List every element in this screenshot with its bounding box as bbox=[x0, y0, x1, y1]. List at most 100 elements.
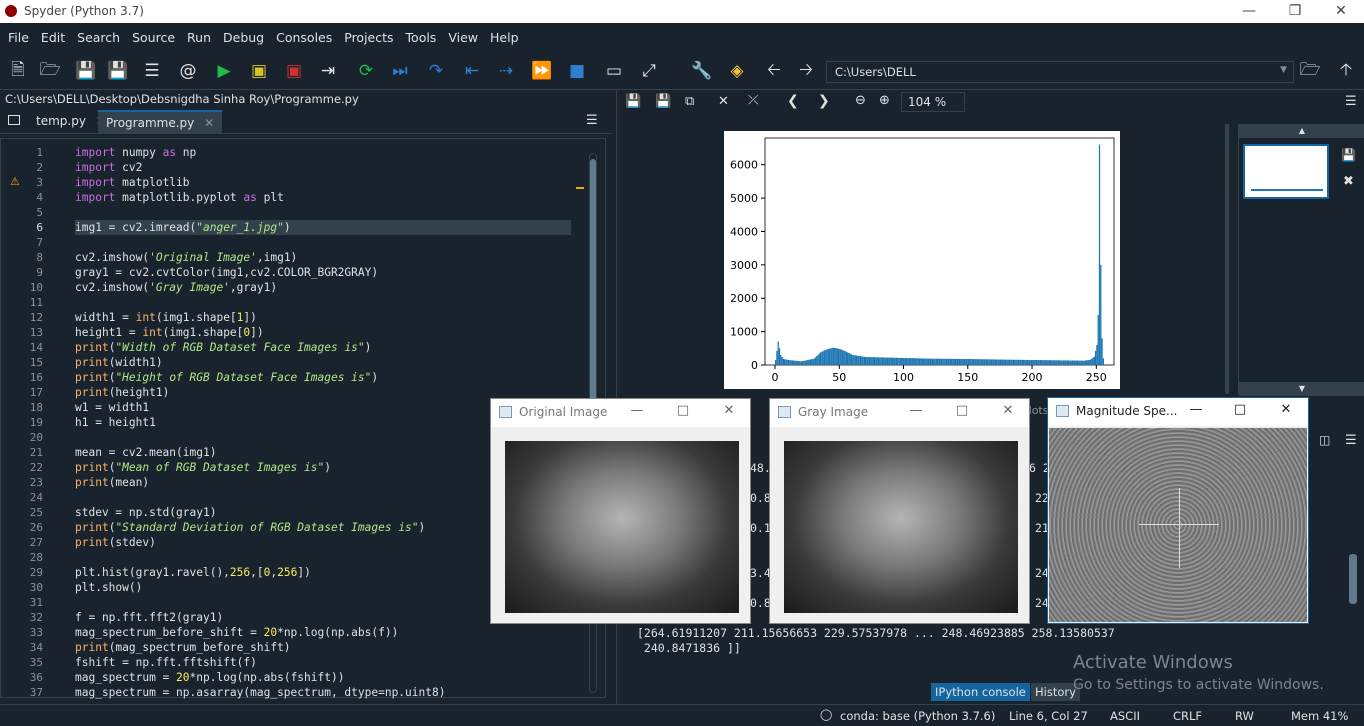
minimize-button[interactable]: — bbox=[1226, 0, 1272, 23]
histogram-bar bbox=[942, 358, 944, 365]
maximize-pane-icon[interactable]: ▭ bbox=[602, 60, 626, 82]
thumbs-scroll-up[interactable]: ▲ bbox=[1239, 124, 1364, 138]
menu-projects[interactable]: Projects bbox=[338, 30, 399, 45]
clear-console-icon[interactable]: ◫ bbox=[1319, 433, 1330, 447]
new-file-icon[interactable]: 🗎 bbox=[6, 60, 30, 82]
line-number: 6 bbox=[36, 221, 43, 234]
browse-folder-icon[interactable]: 🗁 bbox=[1298, 60, 1322, 82]
line-number: 26 bbox=[29, 521, 43, 534]
menu-debug[interactable]: Debug bbox=[217, 30, 270, 45]
rerun-icon[interactable]: ⟳ bbox=[354, 60, 378, 82]
back-arrow-icon[interactable]: 🡠 bbox=[762, 60, 786, 82]
menu-view[interactable]: View bbox=[442, 30, 484, 45]
copy-plot-icon[interactable]: ⧉ bbox=[685, 94, 694, 109]
console-options-icon[interactable]: ☰ bbox=[1345, 433, 1357, 448]
minimize-icon[interactable]: — bbox=[906, 403, 926, 418]
console-scrollbar-thumb[interactable] bbox=[1349, 554, 1357, 604]
histogram-bar bbox=[1060, 360, 1062, 365]
python-path-icon[interactable]: ◈ bbox=[725, 60, 749, 82]
run-cell-advance-icon[interactable]: ▣ bbox=[282, 60, 306, 82]
gray-image-window[interactable]: Gray Image — □ ✕ bbox=[769, 398, 1030, 624]
remove-plot-icon[interactable]: ✕ bbox=[718, 94, 729, 109]
browse-tabs-icon[interactable] bbox=[8, 115, 20, 125]
minimize-icon[interactable]: — bbox=[627, 403, 647, 418]
x-tick-label: 200 bbox=[1022, 371, 1043, 384]
save-plot-icon[interactable]: 💾 bbox=[625, 94, 641, 109]
plots-options-icon[interactable]: ☰ bbox=[1345, 94, 1357, 109]
save-all-plots-icon[interactable]: 💾 bbox=[655, 94, 671, 109]
histogram-bar bbox=[790, 360, 792, 365]
original-image-titlebar[interactable]: Original Image — □ ✕ bbox=[491, 399, 750, 427]
save-all-icon[interactable]: 💾 bbox=[106, 60, 130, 82]
debug-icon[interactable]: ⏭ bbox=[388, 60, 412, 82]
plot-vertical-scrollbar[interactable] bbox=[1225, 124, 1229, 394]
x-tick-label: 150 bbox=[957, 371, 978, 384]
file-list-icon[interactable]: ☰ bbox=[140, 60, 164, 82]
line-number: 9 bbox=[36, 266, 43, 279]
open-file-icon[interactable]: 🗁 bbox=[38, 60, 62, 82]
line-number: 25 bbox=[29, 506, 43, 519]
restore-button[interactable]: ❐ bbox=[1272, 0, 1318, 23]
parent-dir-icon[interactable]: 🡡 bbox=[1334, 60, 1358, 82]
histogram-bar bbox=[776, 350, 778, 365]
close-icon[interactable]: ✕ bbox=[1276, 402, 1296, 417]
step-into-icon[interactable]: ⇤ bbox=[460, 60, 484, 82]
forward-arrow-icon[interactable]: 🡢 bbox=[794, 60, 818, 82]
menu-run[interactable]: Run bbox=[181, 30, 217, 45]
histogram-bar bbox=[849, 353, 851, 365]
histogram-bar bbox=[1066, 360, 1069, 365]
menu-edit[interactable]: Edit bbox=[35, 30, 71, 45]
maximize-icon[interactable]: □ bbox=[952, 403, 972, 418]
minimize-icon[interactable]: — bbox=[1186, 402, 1206, 417]
step-icon[interactable]: ↷ bbox=[424, 60, 448, 82]
close-icon[interactable]: ✕ bbox=[998, 403, 1018, 418]
console-tab-ipython[interactable]: IPython console bbox=[931, 683, 1030, 701]
stop-debug-icon[interactable]: ■ bbox=[565, 60, 589, 82]
continue-icon[interactable]: ⏩ bbox=[530, 60, 554, 82]
thumbs-scroll-down[interactable]: ▼ bbox=[1239, 382, 1364, 396]
maximize-icon[interactable]: □ bbox=[673, 403, 693, 418]
zoom-field[interactable]: 104 % bbox=[901, 92, 965, 112]
menu-file[interactable]: File bbox=[2, 30, 35, 45]
close-thumbnail-icon[interactable]: ✖ bbox=[1343, 174, 1354, 189]
save-icon[interactable]: 💾 bbox=[74, 60, 98, 82]
histogram-bar bbox=[778, 348, 781, 365]
zoom-in-icon[interactable]: ⊕ bbox=[879, 93, 890, 108]
options-menu-icon[interactable]: ☰ bbox=[586, 113, 598, 128]
plot-thumbnail[interactable] bbox=[1243, 144, 1329, 199]
histogram-bar bbox=[1101, 338, 1103, 365]
histogram-bar bbox=[805, 360, 808, 365]
magnitude-spectrum-titlebar[interactable]: Magnitude Spe... — □ ✕ bbox=[1048, 398, 1308, 426]
maximize-icon[interactable]: □ bbox=[1230, 402, 1250, 417]
menu-tools[interactable]: Tools bbox=[400, 30, 443, 45]
menu-search[interactable]: Search bbox=[71, 30, 126, 45]
gray-image-titlebar[interactable]: Gray Image — □ ✕ bbox=[770, 399, 1029, 427]
histogram-bar bbox=[781, 356, 783, 365]
run-selection-icon[interactable]: ⇥ bbox=[316, 60, 340, 82]
close-button[interactable]: ✕ bbox=[1318, 0, 1364, 23]
menu-consoles[interactable]: Consoles bbox=[270, 30, 338, 45]
at-icon[interactable]: @ bbox=[176, 60, 200, 82]
run-cell-icon[interactable]: ▣ bbox=[247, 60, 271, 82]
remove-all-plots-icon[interactable]: ⤫ bbox=[748, 93, 758, 108]
zoom-out-icon[interactable]: ⊖ bbox=[855, 93, 866, 108]
close-tab-icon[interactable]: ✕ bbox=[204, 116, 214, 130]
previous-plot-icon[interactable]: ❮ bbox=[787, 93, 799, 109]
original-image-window[interactable]: Original Image — □ ✕ bbox=[490, 398, 751, 624]
fullscreen-icon[interactable]: ⤢ bbox=[637, 60, 661, 82]
magnitude-spectrum-window[interactable]: Magnitude Spe... — □ ✕ bbox=[1047, 397, 1309, 624]
menu-source[interactable]: Source bbox=[126, 30, 181, 45]
close-icon[interactable]: ✕ bbox=[719, 403, 739, 418]
chevron-down-icon[interactable]: ▼ bbox=[1280, 65, 1287, 75]
step-return-icon[interactable]: ⇢ bbox=[494, 60, 518, 82]
working-directory-input[interactable]: C:\Users\DELL ▼ bbox=[826, 61, 1294, 83]
run-icon[interactable]: ▶ bbox=[212, 60, 236, 82]
histogram-bar bbox=[780, 354, 782, 365]
editor-scrollbar-thumb[interactable] bbox=[590, 159, 596, 409]
preferences-wrench-icon[interactable]: 🔧 bbox=[690, 60, 714, 82]
tab-programme[interactable]: Programme.py ✕ bbox=[98, 110, 223, 133]
save-thumbnail-icon[interactable]: 💾 bbox=[1341, 148, 1356, 162]
next-plot-icon[interactable]: ❯ bbox=[818, 93, 830, 109]
histogram-bar bbox=[854, 355, 856, 365]
menu-help[interactable]: Help bbox=[484, 30, 525, 45]
